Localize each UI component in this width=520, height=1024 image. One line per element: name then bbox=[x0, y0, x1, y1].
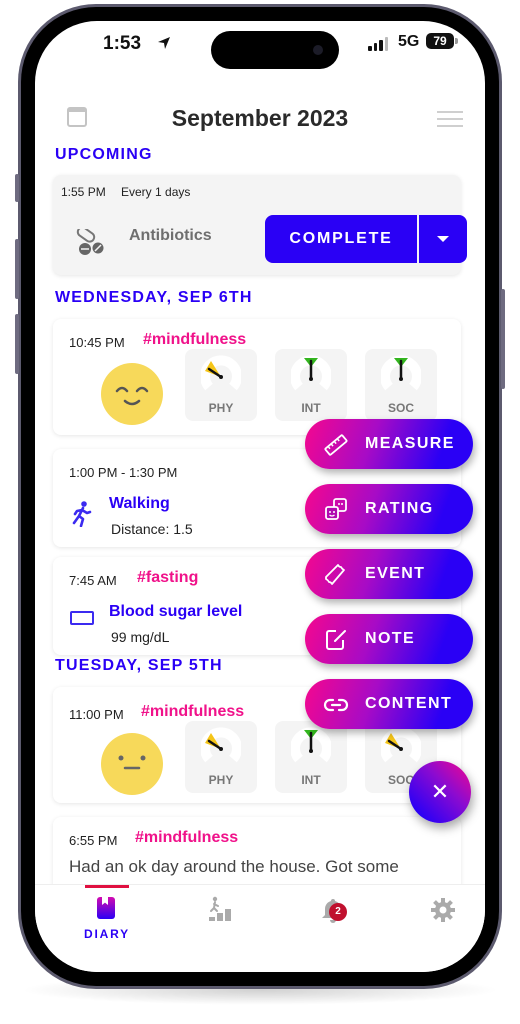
filter-icon[interactable] bbox=[437, 111, 463, 127]
location-arrow-icon bbox=[158, 37, 170, 49]
notification-badge: 2 bbox=[329, 903, 347, 921]
status-time: 1:53 bbox=[103, 33, 142, 54]
tab-label: DIARY bbox=[84, 927, 130, 941]
tab-diary[interactable]: DIARY bbox=[77, 895, 137, 955]
gauge-label: PHY bbox=[208, 401, 234, 415]
volume-down-button bbox=[15, 314, 19, 374]
faces-icon bbox=[325, 498, 347, 520]
entry-time: 11:00 PM bbox=[69, 707, 124, 722]
volume-up-button bbox=[15, 239, 19, 299]
battery-icon: 79 bbox=[426, 33, 454, 49]
fab-item-label: CONTENT bbox=[365, 695, 453, 712]
power-button bbox=[501, 289, 505, 389]
header: September 2023 bbox=[35, 97, 485, 137]
fab-item-label: MEASURE bbox=[365, 435, 455, 452]
fab-rating-button[interactable]: RATING bbox=[305, 484, 473, 534]
entry-time: 6:55 PM bbox=[69, 833, 118, 848]
gauge-high-icon bbox=[291, 355, 331, 391]
complete-dropdown-button[interactable] bbox=[419, 215, 467, 263]
note-text: Had an ok day around the house. Got some bbox=[69, 857, 399, 876]
link-icon bbox=[323, 698, 349, 712]
entry-tag[interactable]: #mindfulness bbox=[135, 829, 238, 847]
fab-event-button[interactable]: EVENT bbox=[305, 549, 473, 599]
gauge-label: SOC bbox=[387, 401, 414, 415]
tab-progress[interactable] bbox=[190, 895, 250, 955]
ticket-icon bbox=[325, 564, 345, 585]
medication-name: Antibiotics bbox=[129, 227, 212, 244]
tab-settings[interactable] bbox=[413, 895, 473, 955]
status-bar: 1:53 5G 79 bbox=[35, 21, 485, 77]
pills-icon bbox=[76, 229, 104, 255]
gauge-high-icon bbox=[291, 727, 331, 763]
progress-icon bbox=[209, 896, 231, 921]
camera-icon bbox=[313, 45, 323, 55]
gauge-int: INT bbox=[275, 721, 347, 793]
page-title[interactable]: September 2023 bbox=[35, 105, 485, 132]
gauge-phy: PHY bbox=[185, 721, 257, 793]
walking-icon bbox=[72, 501, 92, 527]
gauge-label: INT bbox=[301, 773, 321, 787]
fab-item-label: RATING bbox=[365, 500, 434, 517]
entry-detail: 99 mg/dL bbox=[111, 629, 170, 645]
edit-note-icon bbox=[326, 630, 346, 650]
app-screen: 1:53 5G 79 September 2023 UPCOMING 1:55 … bbox=[35, 21, 485, 972]
battery-nub bbox=[455, 38, 458, 44]
entry-time: 7:45 AM bbox=[69, 573, 117, 588]
entry-time: 1:00 PM - 1:30 PM bbox=[69, 465, 178, 480]
fab-item-label: EVENT bbox=[365, 565, 426, 582]
fab-measure-button[interactable]: MEASURE bbox=[305, 419, 473, 469]
tab-bar: DIARY 2 bbox=[35, 884, 485, 972]
entry-title: Blood sugar level bbox=[109, 603, 243, 620]
entry-tag[interactable]: #fasting bbox=[137, 569, 198, 587]
section-upcoming: UPCOMING bbox=[55, 146, 153, 163]
gauge-phy: PHY bbox=[185, 349, 257, 421]
action-button bbox=[15, 174, 19, 202]
fab-close-button[interactable]: ✕ bbox=[409, 761, 471, 823]
phone-frame: 1:53 5G 79 September 2023 UPCOMING 1:55 … bbox=[15, 4, 505, 989]
gauge-soc: SOC bbox=[365, 349, 437, 421]
upcoming-time: 1:55 PM bbox=[61, 185, 106, 199]
rating-entry-card[interactable]: 10:45 PM #mindfulness PHY INT SOC bbox=[53, 319, 461, 435]
happy-face-icon bbox=[101, 363, 163, 425]
section-day: TUESDAY, SEP 5TH bbox=[55, 657, 223, 674]
network-type: 5G bbox=[398, 33, 420, 50]
entry-tag[interactable]: #mindfulness bbox=[141, 703, 244, 721]
neutral-face-icon bbox=[101, 733, 163, 795]
entry-tag[interactable]: #mindfulness bbox=[143, 331, 246, 349]
gear-icon bbox=[431, 898, 455, 922]
gauge-label: INT bbox=[301, 401, 321, 415]
entry-title: Walking bbox=[109, 495, 170, 512]
gauge-low-icon bbox=[381, 727, 421, 763]
fab-content-button[interactable]: CONTENT bbox=[305, 679, 473, 729]
gauge-int: INT bbox=[275, 349, 347, 421]
gauge-low-icon bbox=[201, 727, 241, 763]
section-day: WEDNESDAY, SEP 6TH bbox=[55, 289, 253, 306]
active-tab-indicator bbox=[85, 885, 129, 888]
gauge-high-icon bbox=[381, 355, 421, 391]
entry-time: 10:45 PM bbox=[69, 335, 125, 350]
signal-icon bbox=[368, 37, 388, 51]
gauge-low-icon bbox=[201, 355, 241, 391]
upcoming-card[interactable]: 1:55 PM Every 1 days Antibiotics COMPLET… bbox=[53, 175, 467, 275]
entry-detail: Distance: 1.5 bbox=[111, 521, 193, 537]
glucose-meter-icon bbox=[70, 611, 94, 625]
gauge-label: PHY bbox=[208, 773, 234, 787]
upcoming-frequency: Every 1 days bbox=[121, 185, 191, 199]
complete-button[interactable]: COMPLETE bbox=[265, 215, 417, 263]
diary-icon bbox=[97, 897, 115, 919]
fab-item-label: NOTE bbox=[365, 630, 416, 647]
dynamic-island bbox=[211, 31, 339, 69]
fab-note-button[interactable]: NOTE bbox=[305, 614, 473, 664]
ruler-icon bbox=[324, 434, 348, 456]
